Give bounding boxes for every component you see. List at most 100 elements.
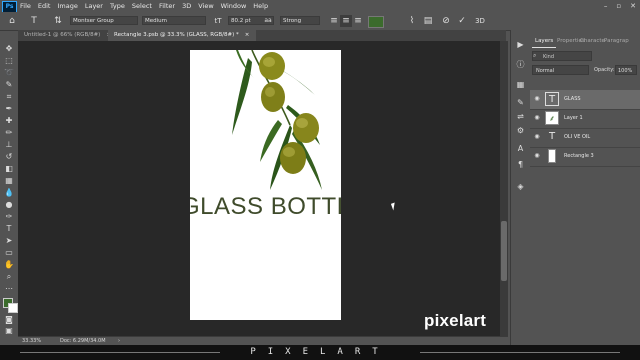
tab-rectangle-3[interactable]: Rectangle 3.psb @ 33.3% (GLASS, RGB/8#) … — [108, 30, 256, 41]
play-icon[interactable]: ▶ — [515, 40, 526, 50]
banner-text: PIXELART — [250, 347, 390, 357]
visibility-eye-icon[interactable]: ◉ — [533, 152, 541, 160]
pixelart-watermark: pixelart — [424, 311, 487, 330]
path-select-tool-icon[interactable]: ➤ — [3, 236, 15, 246]
text-layer-icon: T — [548, 131, 556, 142]
vertical-scrollbar[interactable] — [500, 41, 508, 336]
rectangle-tool-icon[interactable]: ▭ — [3, 248, 15, 258]
warp-text-icon[interactable]: ⌇ — [406, 15, 418, 27]
home-icon[interactable]: ⌂ — [6, 15, 18, 27]
blur-tool-icon[interactable]: 💧 — [3, 188, 15, 198]
font-family-select[interactable]: Montser Group — [70, 16, 138, 25]
layer-name: Layer 1 — [564, 115, 583, 121]
menu-filter[interactable]: Filter — [159, 1, 175, 11]
pixelart-banner: PIXELART — [0, 345, 640, 360]
tab-close-icon[interactable]: × — [245, 32, 250, 38]
character-panel-icon[interactable]: ▤ — [422, 15, 434, 27]
quick-mask-icon[interactable]: ◙ — [3, 315, 15, 325]
opacity-label: Opacity: — [594, 67, 615, 73]
quick-select-tool-icon[interactable]: ✎ — [3, 80, 15, 90]
layer-row-rectangle-3[interactable]: ◉ Rectangle 3 — [530, 147, 640, 167]
scrollbar-thumb[interactable] — [501, 221, 507, 281]
marquee-tool-icon[interactable]: ⬚ — [3, 56, 15, 66]
brush-settings-icon[interactable]: ✎ — [515, 98, 526, 108]
more-tools-icon[interactable]: ⋯ — [3, 284, 15, 294]
menu-image[interactable]: Image — [57, 1, 77, 11]
menu-help[interactable]: Help — [253, 1, 268, 11]
commit-check-icon[interactable]: ✓ — [456, 15, 468, 27]
menu-layer[interactable]: Layer — [85, 1, 103, 11]
window-controls: – ▫ ✕ — [604, 1, 636, 11]
layer-name: OLI VE OIL — [564, 134, 591, 140]
layer-row-glass[interactable]: ◉ T GLASS — [530, 90, 640, 110]
type-tool-icon[interactable]: T — [3, 224, 15, 234]
font-group-value: Group — [97, 18, 114, 24]
antialias-select[interactable]: Strong — [280, 16, 320, 25]
minimize-icon[interactable]: – — [604, 1, 608, 11]
eraser-tool-icon[interactable]: ◧ — [3, 164, 15, 174]
pen-tool-icon[interactable]: ✑ — [3, 212, 15, 222]
align-right-icon[interactable]: ≡ — [352, 15, 364, 27]
menu-edit[interactable]: Edit — [38, 1, 51, 11]
align-center-icon[interactable]: ≡ — [340, 15, 352, 27]
visibility-eye-icon[interactable]: ◉ — [533, 95, 541, 103]
headline-text: GLASS BOTTLE — [190, 193, 341, 220]
olives — [259, 52, 319, 174]
tools-panel: ✥ ⬚ ➰ ✎ ⌗ ✒ ✚ ✏ ⊥ ↺ ◧ ▦ 💧 ● ✑ T ➤ ▭ ✋ ⌕ … — [0, 41, 19, 336]
styles-icon[interactable]: ⚙ — [515, 126, 526, 136]
antialias-icon: aa — [264, 17, 272, 24]
align-left-icon[interactable]: ≡ — [328, 15, 340, 27]
healing-tool-icon[interactable]: ✚ — [3, 116, 15, 126]
menu-view[interactable]: View — [198, 1, 213, 11]
cancel-icon[interactable]: ⊘ — [440, 15, 452, 27]
glyphs-icon[interactable]: ¶ — [515, 160, 526, 170]
lasso-tool-icon[interactable]: ➰ — [3, 68, 15, 78]
3d-icon[interactable]: 3D — [474, 15, 486, 27]
dodge-tool-icon[interactable]: ● — [3, 200, 15, 210]
olive-branch-image — [232, 50, 322, 190]
menu-3d[interactable]: 3D — [182, 1, 191, 11]
eyedropper-tool-icon[interactable]: ✒ — [3, 104, 15, 114]
3d-panel-icon[interactable]: ◈ — [515, 182, 526, 192]
font-style-select[interactable]: Medium — [142, 16, 206, 25]
menu-window[interactable]: Window — [221, 1, 247, 11]
menu-type[interactable]: Type — [110, 1, 125, 11]
adjust-icon[interactable]: ⇌ — [515, 112, 526, 122]
canvas-headline-text[interactable]: GLASS BOTTLE — [190, 193, 341, 221]
stamp-tool-icon[interactable]: ⊥ — [3, 140, 15, 150]
blend-mode-select[interactable]: Normal — [532, 65, 589, 75]
text-orientation-icon[interactable]: ⇅ — [52, 15, 64, 27]
menu-file[interactable]: File — [20, 1, 31, 11]
tab-untitled-1[interactable]: Untitled-1 @ 66% (RGB/8#)× — [18, 30, 111, 41]
close-icon[interactable]: ✕ — [630, 1, 636, 11]
character-icon[interactable]: A — [515, 144, 526, 154]
zoom-tool-icon[interactable]: ⌕ — [3, 272, 15, 282]
document-canvas[interactable] — [190, 50, 341, 320]
tab-paragraph[interactable]: Paragrap — [601, 35, 632, 47]
info-icon[interactable]: ⓘ — [515, 60, 526, 70]
options-bar: ⌂ T ⇅ Montser Group Medium tT 80.2 pt aa… — [0, 12, 640, 31]
gradient-tool-icon[interactable]: ▦ — [3, 176, 15, 186]
history-brush-icon[interactable]: ↺ — [3, 152, 15, 162]
type-tool-icon[interactable]: T — [28, 15, 40, 27]
layer-filter-kind[interactable]: Kind — [532, 51, 592, 61]
maximize-icon[interactable]: ▫ — [616, 1, 621, 11]
screen-mode-icon[interactable]: ▣ — [3, 326, 15, 336]
font-color-swatch[interactable] — [368, 16, 384, 28]
move-tool-icon[interactable]: ✥ — [3, 44, 15, 54]
tab-label: Rectangle 3.psb @ 33.3% (GLASS, RGB/8#) … — [114, 32, 239, 38]
layer-row-olive-oil[interactable]: ◉ T OLI VE OIL — [530, 128, 640, 148]
image-thumbnail-icon: ⸙ — [545, 111, 559, 125]
panel-icon-column: ▶ ⓘ ▦ ✎ ⇌ ⚙ A ¶ ◈ — [510, 30, 531, 345]
visibility-eye-icon[interactable]: ◉ — [533, 114, 541, 122]
brush-tool-icon[interactable]: ✏ — [3, 128, 15, 138]
menu-select[interactable]: Select — [132, 1, 152, 11]
layer-row-layer-1[interactable]: ◉ ⸙ Layer 1 — [530, 109, 640, 129]
opacity-input[interactable]: 100% — [615, 65, 637, 75]
swatches-icon[interactable]: ▦ — [515, 80, 526, 90]
visibility-eye-icon[interactable]: ◉ — [533, 133, 541, 141]
background-color-swatch[interactable] — [8, 303, 18, 313]
tab-layers[interactable]: Layers — [532, 35, 557, 48]
crop-tool-icon[interactable]: ⌗ — [3, 92, 15, 102]
hand-tool-icon[interactable]: ✋ — [3, 260, 15, 270]
